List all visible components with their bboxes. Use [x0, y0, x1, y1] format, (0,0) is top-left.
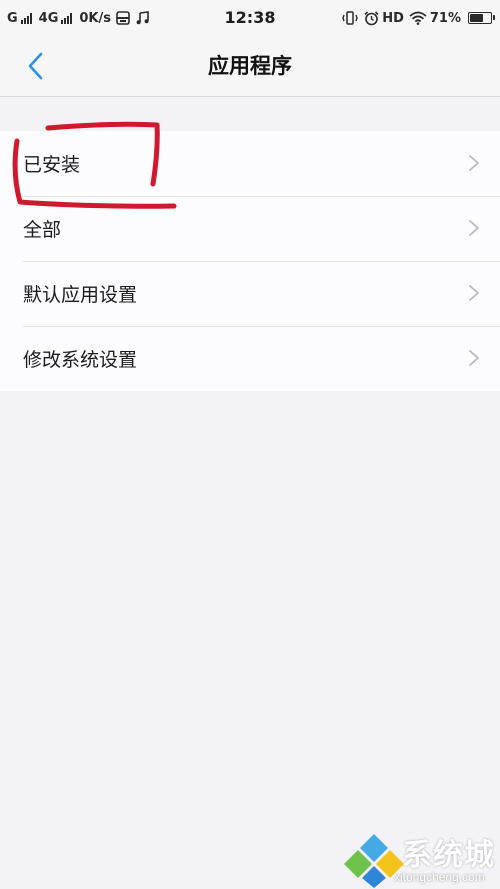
- net-speed: 0K/s: [79, 10, 111, 26]
- list-item-all[interactable]: 全部: [0, 196, 500, 261]
- signal-1-icon: [20, 12, 33, 24]
- status-bar-left: G 4G 0K/s: [7, 0, 152, 36]
- chevron-right-icon: [468, 349, 480, 367]
- status-bar: G 4G 0K/s 12:38 HD 71%: [0, 0, 500, 36]
- battery-icon: [468, 12, 495, 24]
- list-item-label: 修改系统设置: [23, 349, 138, 371]
- battery-fill: [470, 14, 484, 22]
- vibrate-icon: [342, 11, 358, 25]
- music-note-icon: [136, 11, 149, 25]
- watermark-logo-icon: [344, 834, 404, 888]
- battery-percent: 71%: [429, 10, 461, 26]
- carrier-2-label: 4G: [38, 10, 59, 26]
- list-item-modify-system-settings[interactable]: 修改系统设置: [0, 326, 500, 391]
- title-bar: 应用程序: [0, 36, 500, 97]
- notification-app-icon: [116, 11, 130, 25]
- chevron-right-icon: [468, 154, 480, 172]
- watermark-text: 系统城: [402, 838, 495, 873]
- list-item-default-apps[interactable]: 默认应用设置: [0, 261, 500, 326]
- hd-label: HD: [382, 10, 404, 26]
- list-item-label: 全部: [23, 219, 62, 241]
- back-button[interactable]: [18, 49, 52, 83]
- settings-list: 已安装 全部 默认应用设置 修改系统设置: [0, 131, 500, 391]
- alarm-clock-icon: [364, 10, 379, 26]
- chevron-left-icon: [28, 52, 43, 80]
- signal-2-icon: [61, 12, 73, 24]
- watermark: 系统城 xitongcheng.com: [340, 826, 500, 889]
- chevron-right-icon: [468, 284, 480, 302]
- watermark-url: xitongcheng.com: [394, 870, 485, 884]
- list-item-installed[interactable]: 已安装: [0, 131, 500, 196]
- wifi-icon: [409, 11, 427, 25]
- list-item-label: 已安装: [23, 154, 81, 176]
- list-item-label: 默认应用设置: [23, 284, 138, 306]
- page-title: 应用程序: [208, 54, 292, 78]
- carrier-1-label: G: [7, 10, 18, 26]
- chevron-right-icon: [468, 219, 480, 237]
- status-bar-right: HD 71%: [339, 0, 495, 36]
